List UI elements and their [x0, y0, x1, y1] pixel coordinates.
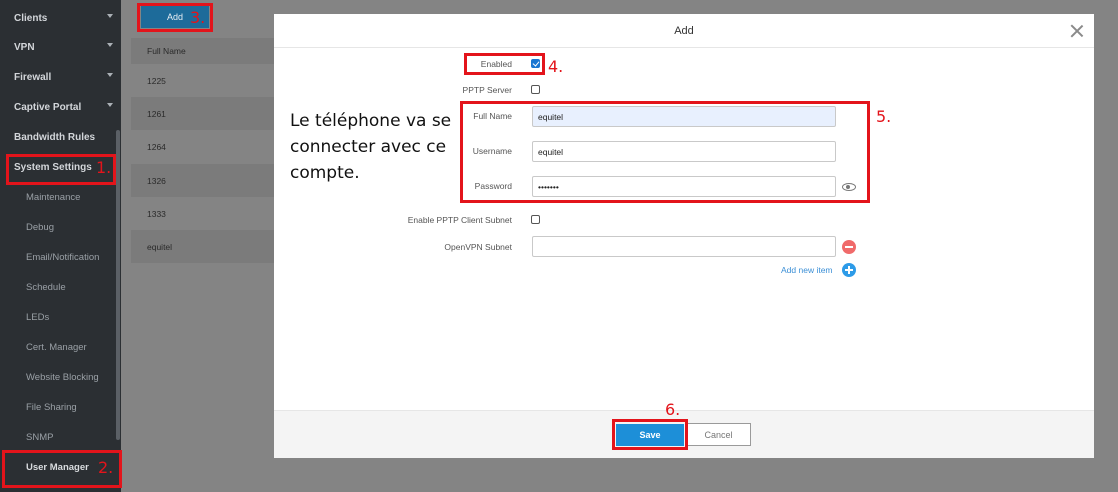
table-cell: 1225 — [147, 75, 166, 86]
sidebar-item-label: Email/Notification — [26, 251, 100, 263]
chevron-down-icon — [107, 43, 113, 47]
table-row[interactable]: 1225 — [131, 64, 281, 97]
annotation-box-enabled — [464, 53, 545, 75]
enable-pptp-client-subnet-label: Enable PPTP Client Subnet — [407, 215, 512, 225]
annotation-number-6: 6. — [665, 400, 681, 419]
sidebar-item-label: Firewall — [14, 71, 52, 83]
sidebar-item-label: File Sharing — [26, 401, 77, 413]
sidebar-subitem-maintenance[interactable]: Maintenance — [0, 182, 121, 212]
sidebar-item-bandwidth-rules[interactable]: Bandwidth Rules — [0, 122, 121, 152]
add-new-item-link[interactable]: Add new item — [781, 265, 833, 275]
table-row[interactable]: 1326 — [131, 164, 281, 197]
table-row[interactable]: equitel — [131, 230, 281, 263]
close-icon[interactable] — [1068, 22, 1086, 40]
table-cell: 1261 — [147, 108, 166, 119]
table-cell: equitel — [147, 241, 173, 252]
sidebar-subitem-file-sharing[interactable]: File Sharing — [0, 392, 121, 422]
pptp-server-checkbox[interactable] — [531, 85, 540, 94]
table-cell: 1264 — [147, 141, 166, 152]
annotation-number-3: 3. — [190, 8, 206, 27]
sidebar-subitem-leds[interactable]: LEDs — [0, 302, 121, 332]
sidebar-item-captive-portal[interactable]: Captive Portal — [0, 92, 121, 122]
annotation-number-2: 2. — [98, 458, 114, 477]
sidebar-item-label: Bandwidth Rules — [14, 131, 96, 143]
annotation-box-save — [612, 419, 688, 450]
annotation-number-5: 5. — [876, 107, 892, 126]
pptp-server-label: PPTP Server — [462, 85, 512, 95]
table-row[interactable]: 1333 — [131, 197, 281, 230]
sidebar: Clients VPN Firewall Captive Portal Band… — [0, 0, 121, 492]
sidebar-item-label: Cert. Manager — [26, 341, 87, 353]
table-cell: 1326 — [147, 175, 166, 186]
sidebar-subitem-schedule[interactable]: Schedule — [0, 272, 121, 302]
sidebar-subitem-debug[interactable]: Debug — [0, 212, 121, 242]
sidebar-item-label: Website Blocking — [26, 371, 99, 383]
table-row[interactable]: 1264 — [131, 130, 281, 163]
sidebar-item-firewall[interactable]: Firewall — [0, 62, 121, 92]
sidebar-subitem-snmp[interactable]: SNMP — [0, 422, 121, 452]
sidebar-item-label: Clients — [14, 12, 48, 24]
chevron-down-icon — [107, 103, 113, 107]
column-header-full-name: Full Name — [147, 46, 186, 56]
cancel-button[interactable]: Cancel — [686, 423, 751, 446]
annotation-number-1: 1. — [96, 158, 112, 177]
remove-item-icon[interactable] — [842, 240, 856, 254]
chevron-down-icon — [107, 73, 113, 77]
sidebar-item-label: LEDs — [26, 311, 50, 323]
enable-pptp-client-subnet-checkbox[interactable] — [531, 215, 540, 224]
sidebar-item-label: VPN — [14, 41, 35, 53]
sidebar-item-label: SNMP — [26, 431, 54, 443]
sidebar-scrollbar[interactable] — [116, 130, 120, 440]
annotation-box-credentials — [460, 101, 870, 203]
dialog-title: Add — [274, 14, 1094, 48]
sidebar-subitem-website-blocking[interactable]: Website Blocking — [0, 362, 121, 392]
openvpn-subnet-label: OpenVPN Subnet — [444, 242, 512, 252]
table-cell: 1333 — [147, 208, 166, 219]
add-item-icon[interactable] — [842, 263, 856, 277]
cancel-button-label: Cancel — [704, 429, 733, 440]
sidebar-item-label: Captive Portal — [14, 101, 82, 113]
sidebar-item-vpn[interactable]: VPN — [0, 32, 121, 62]
table-row[interactable]: 1261 — [131, 97, 281, 130]
openvpn-subnet-field[interactable] — [532, 236, 836, 257]
chevron-down-icon — [107, 14, 113, 18]
sidebar-item-label: Maintenance — [26, 191, 81, 203]
sidebar-item-clients[interactable]: Clients — [0, 3, 121, 33]
annotation-note: Le téléphone va se connecter avec ce com… — [290, 111, 452, 183]
annotation-number-4: 4. — [548, 57, 564, 76]
sidebar-item-label: Debug — [26, 221, 54, 233]
sidebar-item-label: Schedule — [26, 281, 66, 293]
sidebar-subitem-cert-manager[interactable]: Cert. Manager — [0, 332, 121, 362]
sidebar-subitem-email-notification[interactable]: Email/Notification — [0, 242, 121, 272]
